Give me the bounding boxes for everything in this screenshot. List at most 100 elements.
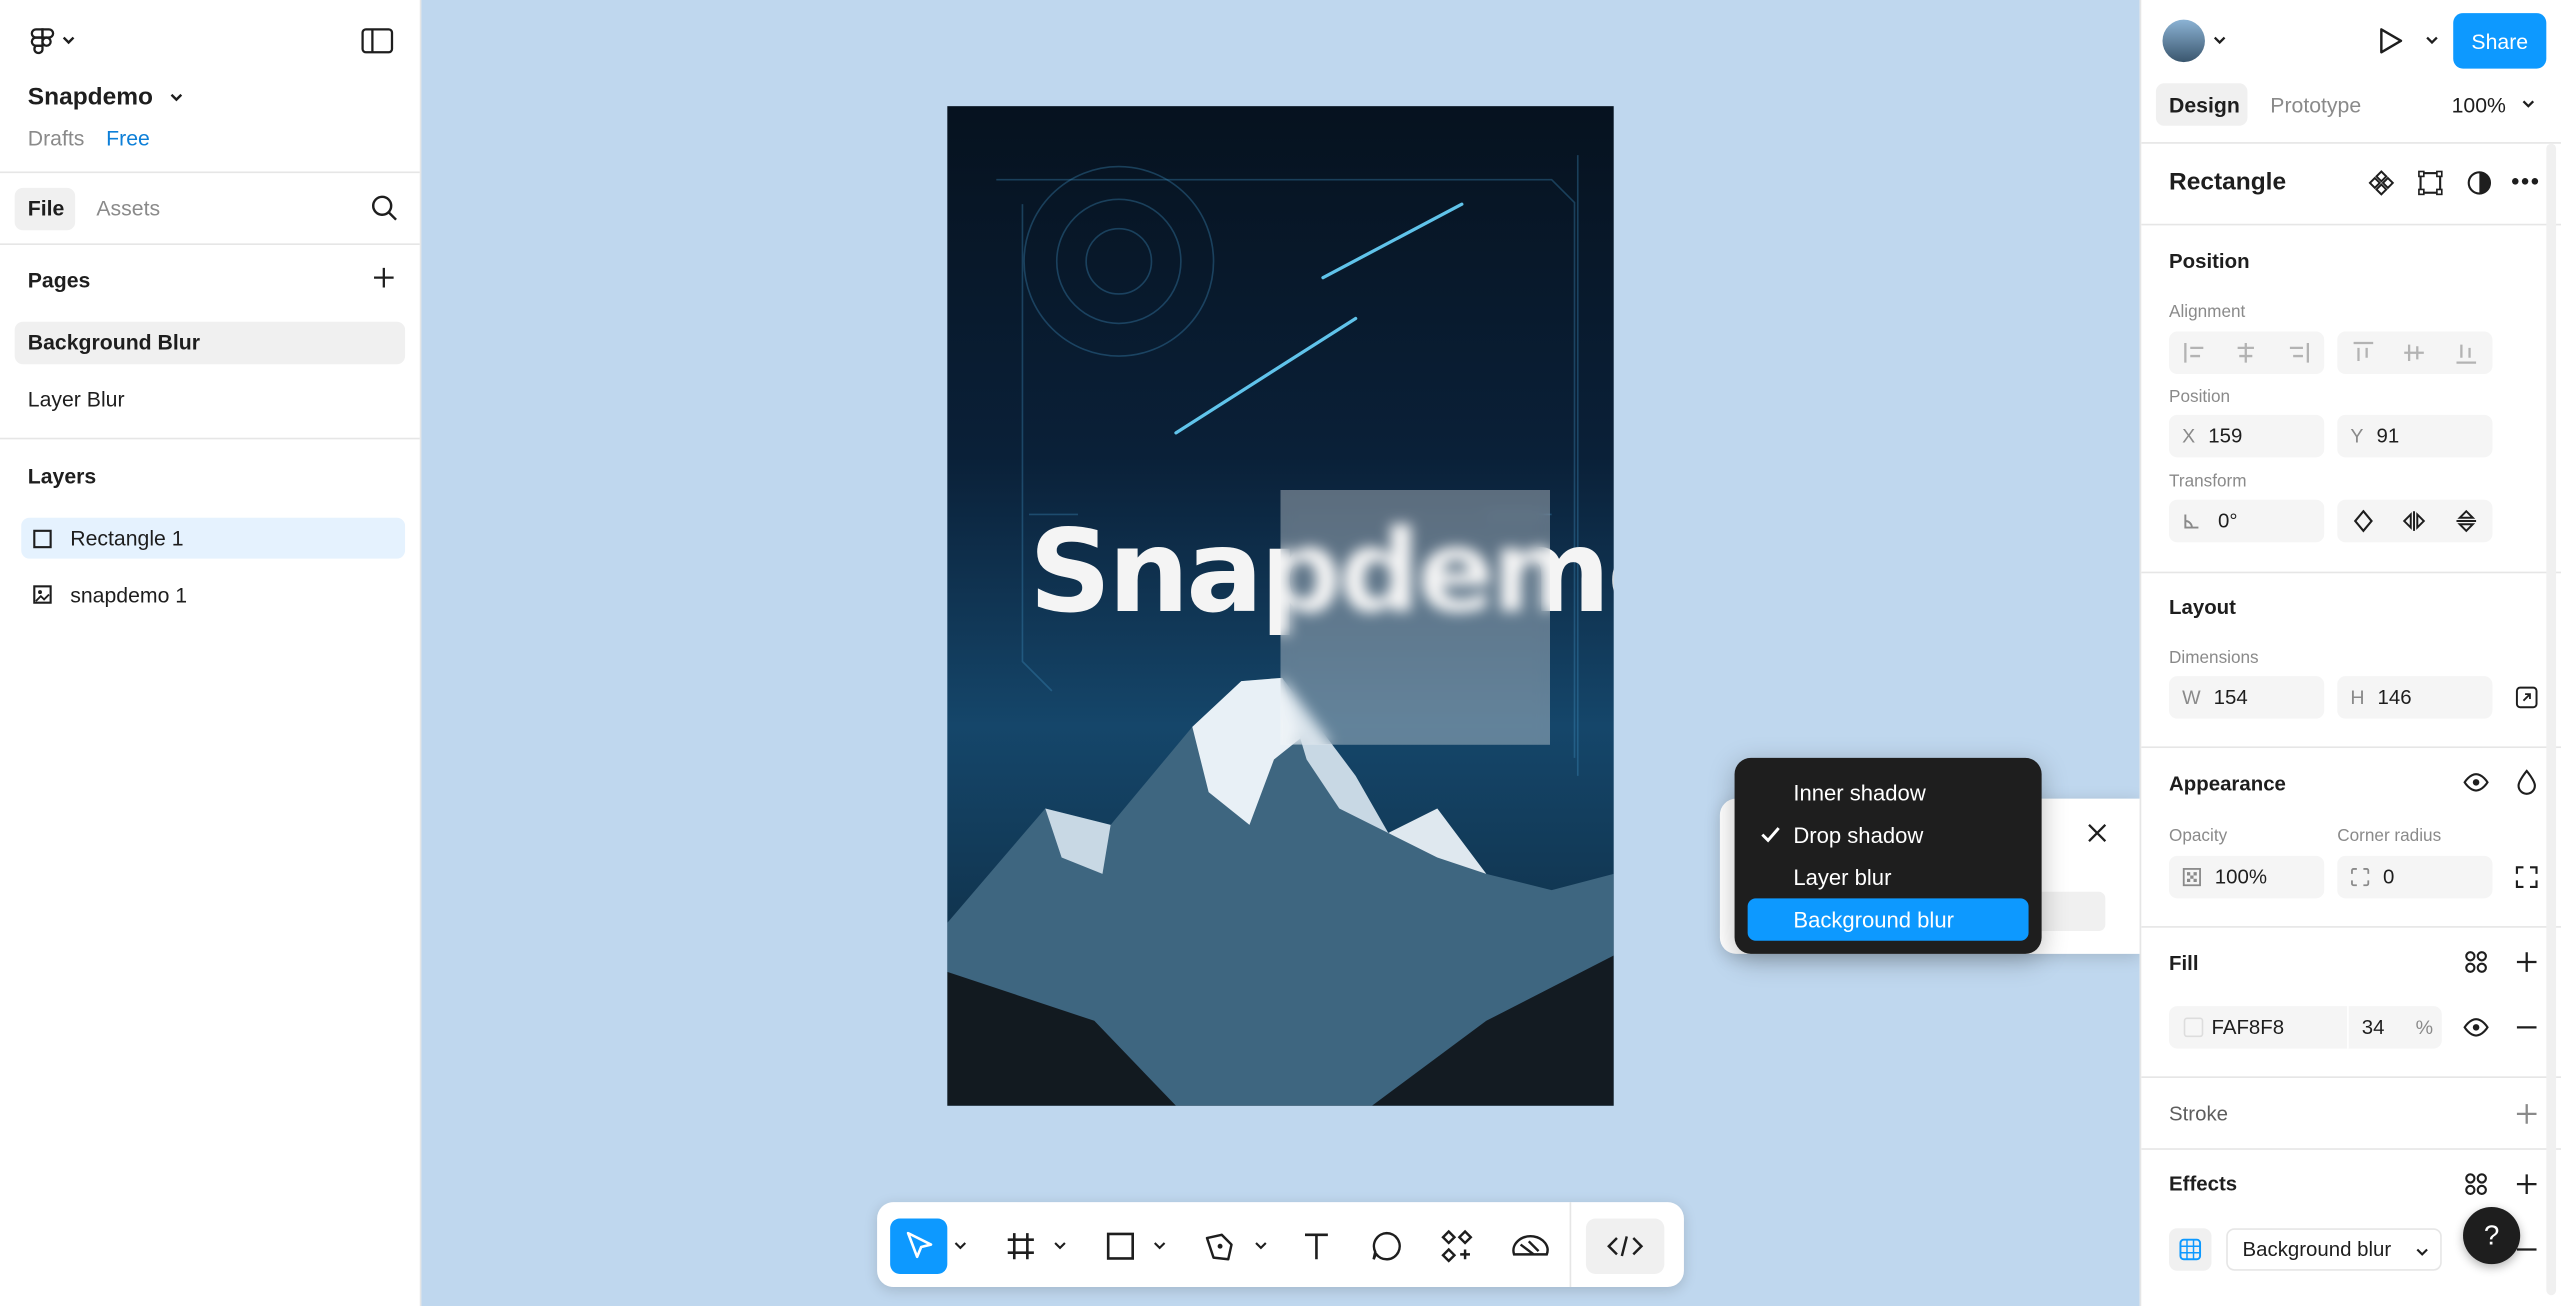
chevron-down-icon[interactable] [1151, 1238, 1167, 1254]
align-center-h-icon[interactable] [2235, 341, 2258, 364]
help-button[interactable]: ? [2463, 1207, 2521, 1265]
align-right-icon[interactable] [2287, 341, 2310, 364]
menu-item-inner-shadow[interactable]: Inner shadow [1748, 771, 2029, 813]
add-fill-icon[interactable] [2515, 951, 2538, 974]
chevron-down-icon[interactable] [952, 1238, 968, 1254]
play-icon[interactable] [2375, 26, 2404, 55]
canvas[interactable]: Snapdemo [421, 0, 2140, 1306]
height-field[interactable]: H 146 [2337, 676, 2493, 719]
frame-icon [1007, 1233, 1034, 1260]
frame-tool[interactable] [996, 1218, 1045, 1274]
panel-scrollbar[interactable] [2546, 143, 2557, 1296]
chevron-down-icon[interactable] [2520, 96, 2536, 112]
mask-icon[interactable] [2466, 170, 2492, 196]
remove-fill-icon[interactable] [2515, 1016, 2538, 1039]
close-icon[interactable] [2087, 823, 2107, 843]
move-tool[interactable] [890, 1218, 948, 1274]
layer-item-snapdemo[interactable]: snapdemo 1 [70, 583, 187, 607]
fill-color-field[interactable]: FAF8F8 [2169, 1006, 2442, 1049]
width-field[interactable]: W 154 [2169, 676, 2325, 719]
corner-radius-label: Corner radius [2337, 826, 2442, 847]
text-icon [1305, 1233, 1328, 1260]
image-icon [33, 585, 52, 604]
boolean-icon[interactable] [2417, 170, 2443, 196]
chevron-down-icon[interactable] [167, 90, 187, 106]
tab-design[interactable]: Design [2169, 93, 2240, 117]
share-button[interactable]: Share [2453, 13, 2547, 69]
search-icon[interactable] [371, 194, 399, 222]
menu-item-drop-shadow[interactable]: Drop shadow [1748, 813, 2029, 855]
rotation-field[interactable]: 0° [2169, 499, 2325, 543]
page-item-layer-blur[interactable]: Layer Blur [28, 387, 125, 411]
constrain-proportions-icon[interactable] [2515, 686, 2538, 709]
effect-type-select[interactable]: Background blur [2226, 1228, 2442, 1271]
toggle-sidebar-button[interactable] [359, 24, 395, 57]
file-location[interactable]: Drafts [28, 126, 85, 150]
flip-vertical-icon[interactable] [2455, 509, 2478, 533]
add-effect-icon[interactable] [2515, 1173, 2538, 1196]
main-menu-button[interactable] [26, 23, 82, 59]
chevron-down-icon[interactable] [2211, 33, 2227, 49]
eye-icon[interactable] [2463, 1016, 2489, 1039]
dev-mode-toggle[interactable] [1585, 1218, 1665, 1274]
more-icon[interactable] [2510, 176, 2539, 186]
zoom-level[interactable]: 100% [2452, 93, 2506, 117]
selected-rectangle[interactable] [1280, 489, 1551, 745]
w-label: W [2182, 685, 2201, 709]
actions-tool[interactable] [1432, 1218, 1481, 1274]
align-bottom-icon[interactable] [2455, 341, 2478, 364]
pen-tool[interactable] [1196, 1218, 1245, 1274]
align-middle-icon[interactable] [2403, 341, 2426, 364]
opacity-value: 100% [2214, 865, 2267, 889]
selection-title: Rectangle [2169, 168, 2287, 196]
text-tool[interactable] [1292, 1218, 1341, 1274]
opacity-field[interactable]: 100% [2169, 855, 2325, 899]
flip-horizontal-icon[interactable] [2403, 510, 2426, 533]
effect-settings-button[interactable] [2169, 1228, 2212, 1271]
transform-label: Transform [2169, 472, 2247, 492]
plan-badge[interactable]: Free [106, 126, 150, 150]
independent-corners-icon[interactable] [2515, 866, 2538, 889]
add-page-icon[interactable] [372, 266, 395, 289]
styles-icon[interactable] [2465, 951, 2488, 974]
page-item-background-blur[interactable]: Background Blur [28, 330, 200, 354]
layer-item-rectangle[interactable]: Rectangle 1 [70, 526, 183, 550]
tab-prototype[interactable]: Prototype [2270, 93, 2361, 117]
corner-radius-field[interactable]: 0 [2337, 855, 2493, 899]
file-name[interactable]: Snapdemo [28, 83, 153, 111]
comment-tool[interactable] [1362, 1218, 1411, 1274]
eye-icon[interactable] [2463, 771, 2489, 794]
styles-icon[interactable] [2465, 1173, 2488, 1196]
y-field[interactable]: Y 91 [2337, 414, 2493, 458]
h-label: H [2350, 685, 2365, 709]
menu-item-layer-blur[interactable]: Layer blur [1748, 856, 2029, 898]
chevron-down-icon[interactable] [1253, 1238, 1269, 1254]
rectangle-icon [33, 529, 52, 549]
blend-mode-icon[interactable] [2515, 769, 2538, 795]
left-sidebar: Snapdemo Drafts Free File Assets Pages B… [0, 0, 422, 1306]
shape-tool[interactable] [1096, 1218, 1145, 1274]
component-icon[interactable] [2368, 170, 2395, 196]
tab-assets[interactable]: Assets [96, 196, 160, 220]
menu-item-background-blur[interactable]: Background blur [1747, 898, 2029, 941]
avatar[interactable] [2162, 19, 2205, 63]
dev-tool[interactable] [1503, 1218, 1559, 1274]
h-value: 146 [2377, 685, 2412, 709]
code-icon [1607, 1236, 1644, 1257]
poster-frame[interactable]: Snapdemo [947, 106, 1614, 1106]
pen-icon [1205, 1233, 1233, 1261]
chevron-down-icon [2416, 1248, 2428, 1256]
align-top-icon[interactable] [2352, 341, 2375, 364]
cloud-icon [1512, 1235, 1549, 1256]
right-sidebar: Share Design Prototype 100% Rectangle Po… [2139, 0, 2561, 1306]
rotate-icon[interactable] [2352, 509, 2375, 533]
x-field[interactable]: X 159 [2169, 414, 2325, 458]
x-label: X [2182, 424, 2196, 448]
tab-file[interactable]: File [28, 196, 65, 220]
align-left-icon[interactable] [2183, 341, 2206, 364]
chevron-down-icon[interactable] [2424, 33, 2440, 49]
chevron-down-icon[interactable] [1052, 1238, 1068, 1254]
add-stroke-icon[interactable] [2515, 1102, 2538, 1125]
color-swatch[interactable] [2183, 1017, 2204, 1038]
fill-opacity[interactable]: 34 [2362, 1016, 2385, 1039]
